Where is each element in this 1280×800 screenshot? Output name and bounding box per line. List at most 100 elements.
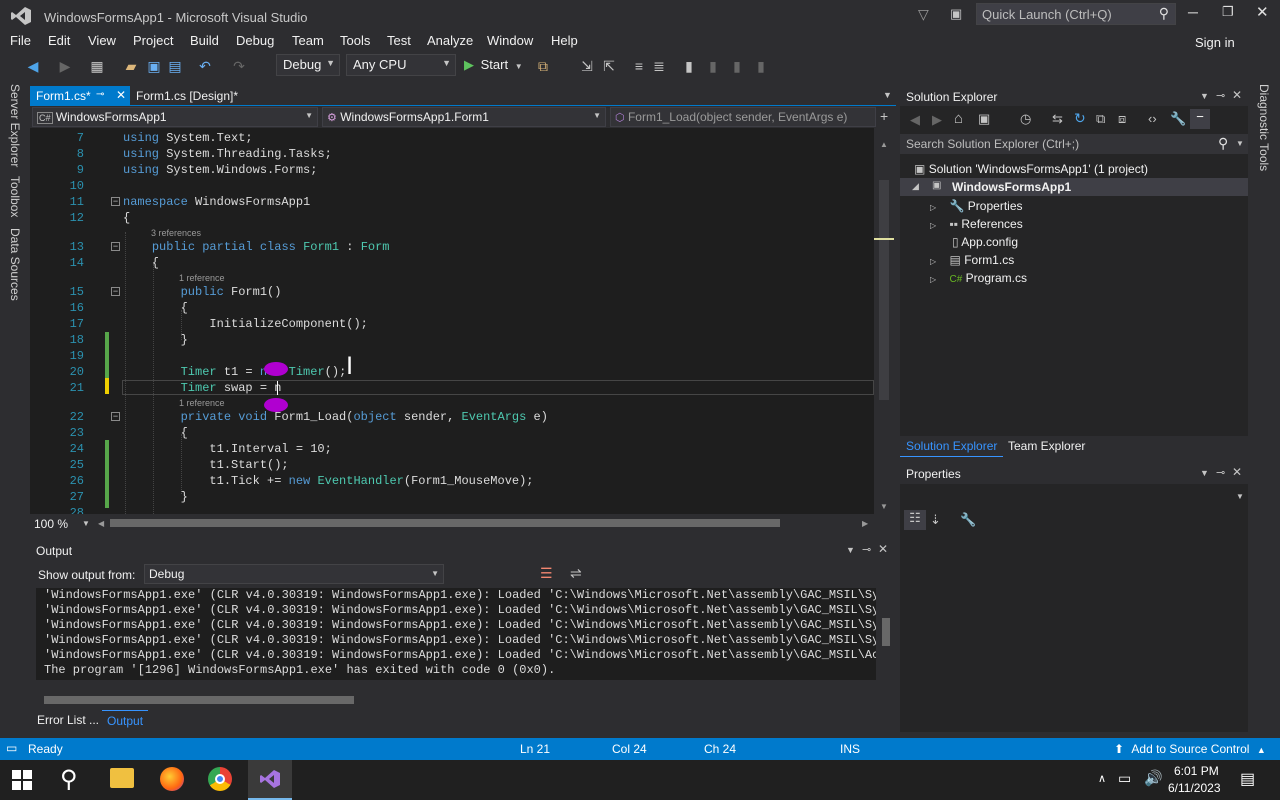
tab-output[interactable]: Output xyxy=(102,710,149,731)
tree-solution[interactable]: ▣ Solution 'WindowsFormsApp1' (1 project… xyxy=(914,162,1148,176)
dropdown-icon[interactable]: ▼ xyxy=(1200,468,1209,478)
open-file-icon[interactable]: ▰ xyxy=(122,57,140,75)
output-horizontal-scrollbar[interactable] xyxy=(44,696,874,704)
expand-icon[interactable]: ▷ xyxy=(930,221,936,230)
search-icon[interactable]: ⚲ xyxy=(60,765,78,794)
collapse-all-icon[interactable]: ⧉ xyxy=(1096,111,1105,127)
view-code-icon[interactable]: ‹› xyxy=(1148,111,1157,126)
chrome-icon[interactable] xyxy=(208,767,232,791)
diagnostic-tools-tab[interactable]: Diagnostic Tools xyxy=(1257,84,1271,171)
new-project-icon[interactable]: ▦ xyxy=(88,57,106,75)
object-selector[interactable]: ▼ xyxy=(900,486,1248,506)
solution-search-input[interactable]: Search Solution Explorer (Ctrl+;) ⚲ ▼ xyxy=(900,134,1248,154)
word-wrap-icon[interactable]: ⇌ xyxy=(570,565,582,582)
forward-icon[interactable]: ▶ xyxy=(932,112,942,128)
tree-item-app-config[interactable]: ▯ App.config xyxy=(952,235,1018,249)
align-right-icon[interactable]: ≣ xyxy=(650,57,668,75)
zoom-level[interactable]: 100 % xyxy=(34,517,68,531)
menu-build[interactable]: Build xyxy=(190,33,219,48)
visual-studio-taskbar-icon[interactable] xyxy=(248,760,292,800)
start-button[interactable]: ▶ Start ▼ xyxy=(464,57,523,73)
add-to-source-control-button[interactable]: ⬆ Add to Source Control ▲ xyxy=(1114,742,1266,756)
collapse-icon[interactable]: − xyxy=(111,197,120,206)
dropdown-icon[interactable]: ▼ xyxy=(846,545,855,555)
home-icon[interactable]: ⌂ xyxy=(954,110,963,127)
switch-views-icon[interactable]: ▣ xyxy=(978,111,990,127)
firefox-icon[interactable] xyxy=(160,767,184,791)
pin-icon[interactable]: ⊸ xyxy=(96,89,104,100)
tab-overflow-icon[interactable]: ▼ xyxy=(883,90,892,100)
collapse-icon[interactable]: − xyxy=(111,412,120,421)
back-icon[interactable]: ◀ xyxy=(910,112,920,128)
codelens-references[interactable]: 3 references xyxy=(151,228,201,238)
start-menu-button[interactable] xyxy=(12,770,32,790)
properties-icon[interactable]: 🔧 xyxy=(1170,111,1186,127)
expand-icon[interactable]: ▷ xyxy=(930,257,936,266)
tree-item-references[interactable]: ▷ ▪▪ References xyxy=(930,217,1023,231)
menu-debug[interactable]: Debug xyxy=(236,33,274,48)
menu-test[interactable]: Test xyxy=(387,33,411,48)
scroll-down-icon[interactable]: ▼ xyxy=(880,502,888,511)
menu-team[interactable]: Team xyxy=(292,33,324,48)
menu-edit[interactable]: Edit xyxy=(48,33,70,48)
close-icon[interactable]: ✕ xyxy=(1232,465,1242,479)
save-all-icon[interactable]: ▤ xyxy=(166,57,184,75)
tab-form1-cs[interactable]: Form1.cs* ⊸ ✕ xyxy=(30,86,130,106)
toolbox-tab[interactable]: Toolbox xyxy=(8,176,22,217)
bookmark-icon[interactable]: ▮ xyxy=(680,57,698,75)
output-text[interactable]: 'WindowsFormsApp1.exe' (CLR v4.0.30319: … xyxy=(36,588,876,680)
tree-item-program[interactable]: ▷ C# Program.cs xyxy=(930,271,1027,285)
clock-date[interactable]: 6/11/2023 xyxy=(1168,781,1221,795)
output-vertical-scrollbar[interactable] xyxy=(878,588,894,688)
menu-tools[interactable]: Tools xyxy=(340,33,370,48)
close-button[interactable]: ✕ xyxy=(1256,3,1269,21)
collapse-icon[interactable]: − xyxy=(111,242,120,251)
step-over-icon[interactable]: ⇱ xyxy=(600,57,618,75)
menu-window[interactable]: Window xyxy=(487,33,533,48)
close-icon[interactable]: ✕ xyxy=(878,542,888,556)
volume-icon[interactable]: 🔊 xyxy=(1144,769,1163,787)
prev-bookmark-icon[interactable]: ▮ xyxy=(704,57,722,75)
expand-icon[interactable]: ▷ xyxy=(930,203,936,212)
property-pages-icon[interactable]: 🔧 xyxy=(960,512,976,528)
quick-launch-input[interactable]: Quick Launch (Ctrl+Q) ⚲ xyxy=(976,3,1176,25)
tab-team-explorer[interactable]: Team Explorer xyxy=(1008,439,1085,453)
scroll-thumb[interactable] xyxy=(879,180,889,400)
code-editor[interactable]: 7 using System.Text; 8 using System.Thre… xyxy=(30,128,874,514)
zoom-dropdown-icon[interactable]: ▼ xyxy=(82,519,90,528)
menu-file[interactable]: File xyxy=(10,33,31,48)
attach-icon[interactable]: ⧉ xyxy=(534,57,552,75)
minimize-button[interactable]: ─ xyxy=(1188,4,1198,20)
tree-project-row[interactable]: ◢ ▣ WindowsFormsApp1 xyxy=(900,178,1248,196)
align-left-icon[interactable]: ≡ xyxy=(630,57,648,75)
server-explorer-tab[interactable]: Server Explorer xyxy=(8,84,22,167)
show-output-select[interactable]: Debug ▼ xyxy=(144,564,444,584)
tab-solution-explorer[interactable]: Solution Explorer xyxy=(900,436,1004,457)
horizontal-scroll-thumb[interactable] xyxy=(110,519,780,527)
restore-button[interactable]: ❐ xyxy=(1222,4,1234,20)
save-icon[interactable]: ▣ xyxy=(145,57,163,75)
tree-item-properties[interactable]: ▷ 🔧 Properties xyxy=(930,199,1023,213)
categorized-icon[interactable]: ☷ xyxy=(904,510,926,530)
sync-icon[interactable]: ⇆ xyxy=(1052,111,1063,127)
clear-all-icon[interactable]: ☰ xyxy=(540,565,553,582)
configuration-select[interactable]: Debug ▼ xyxy=(276,54,340,76)
history-icon[interactable]: ◷ xyxy=(1020,111,1031,127)
alphabetical-icon[interactable]: ⇣ xyxy=(930,512,941,528)
expand-icon[interactable]: ◢ xyxy=(912,181,919,192)
close-icon[interactable]: ✕ xyxy=(1232,88,1242,102)
split-icon[interactable]: + xyxy=(880,108,888,124)
show-all-files-icon[interactable]: ⧈ xyxy=(1118,111,1126,127)
type-dropdown[interactable]: ⚙ WindowsFormsApp1.Form1 ▼ xyxy=(322,107,606,127)
filter-icon[interactable]: ▽ xyxy=(918,6,929,23)
clear-bookmarks-icon[interactable]: ▮ xyxy=(752,57,770,75)
back-icon[interactable]: ◀ xyxy=(24,57,42,75)
expand-icon[interactable]: ▷ xyxy=(930,275,936,284)
sign-in-link[interactable]: Sign in xyxy=(1195,35,1235,50)
editor-vertical-scrollbar[interactable]: ▲ ▼ xyxy=(874,128,896,514)
preview-icon[interactable]: − xyxy=(1190,109,1210,129)
forward-icon[interactable]: ▶ xyxy=(56,57,74,75)
scroll-right-icon[interactable]: ▶ xyxy=(862,519,868,528)
chevron-up-icon[interactable]: ∧ xyxy=(1098,772,1106,785)
refresh-icon[interactable]: ↻ xyxy=(1074,110,1086,127)
